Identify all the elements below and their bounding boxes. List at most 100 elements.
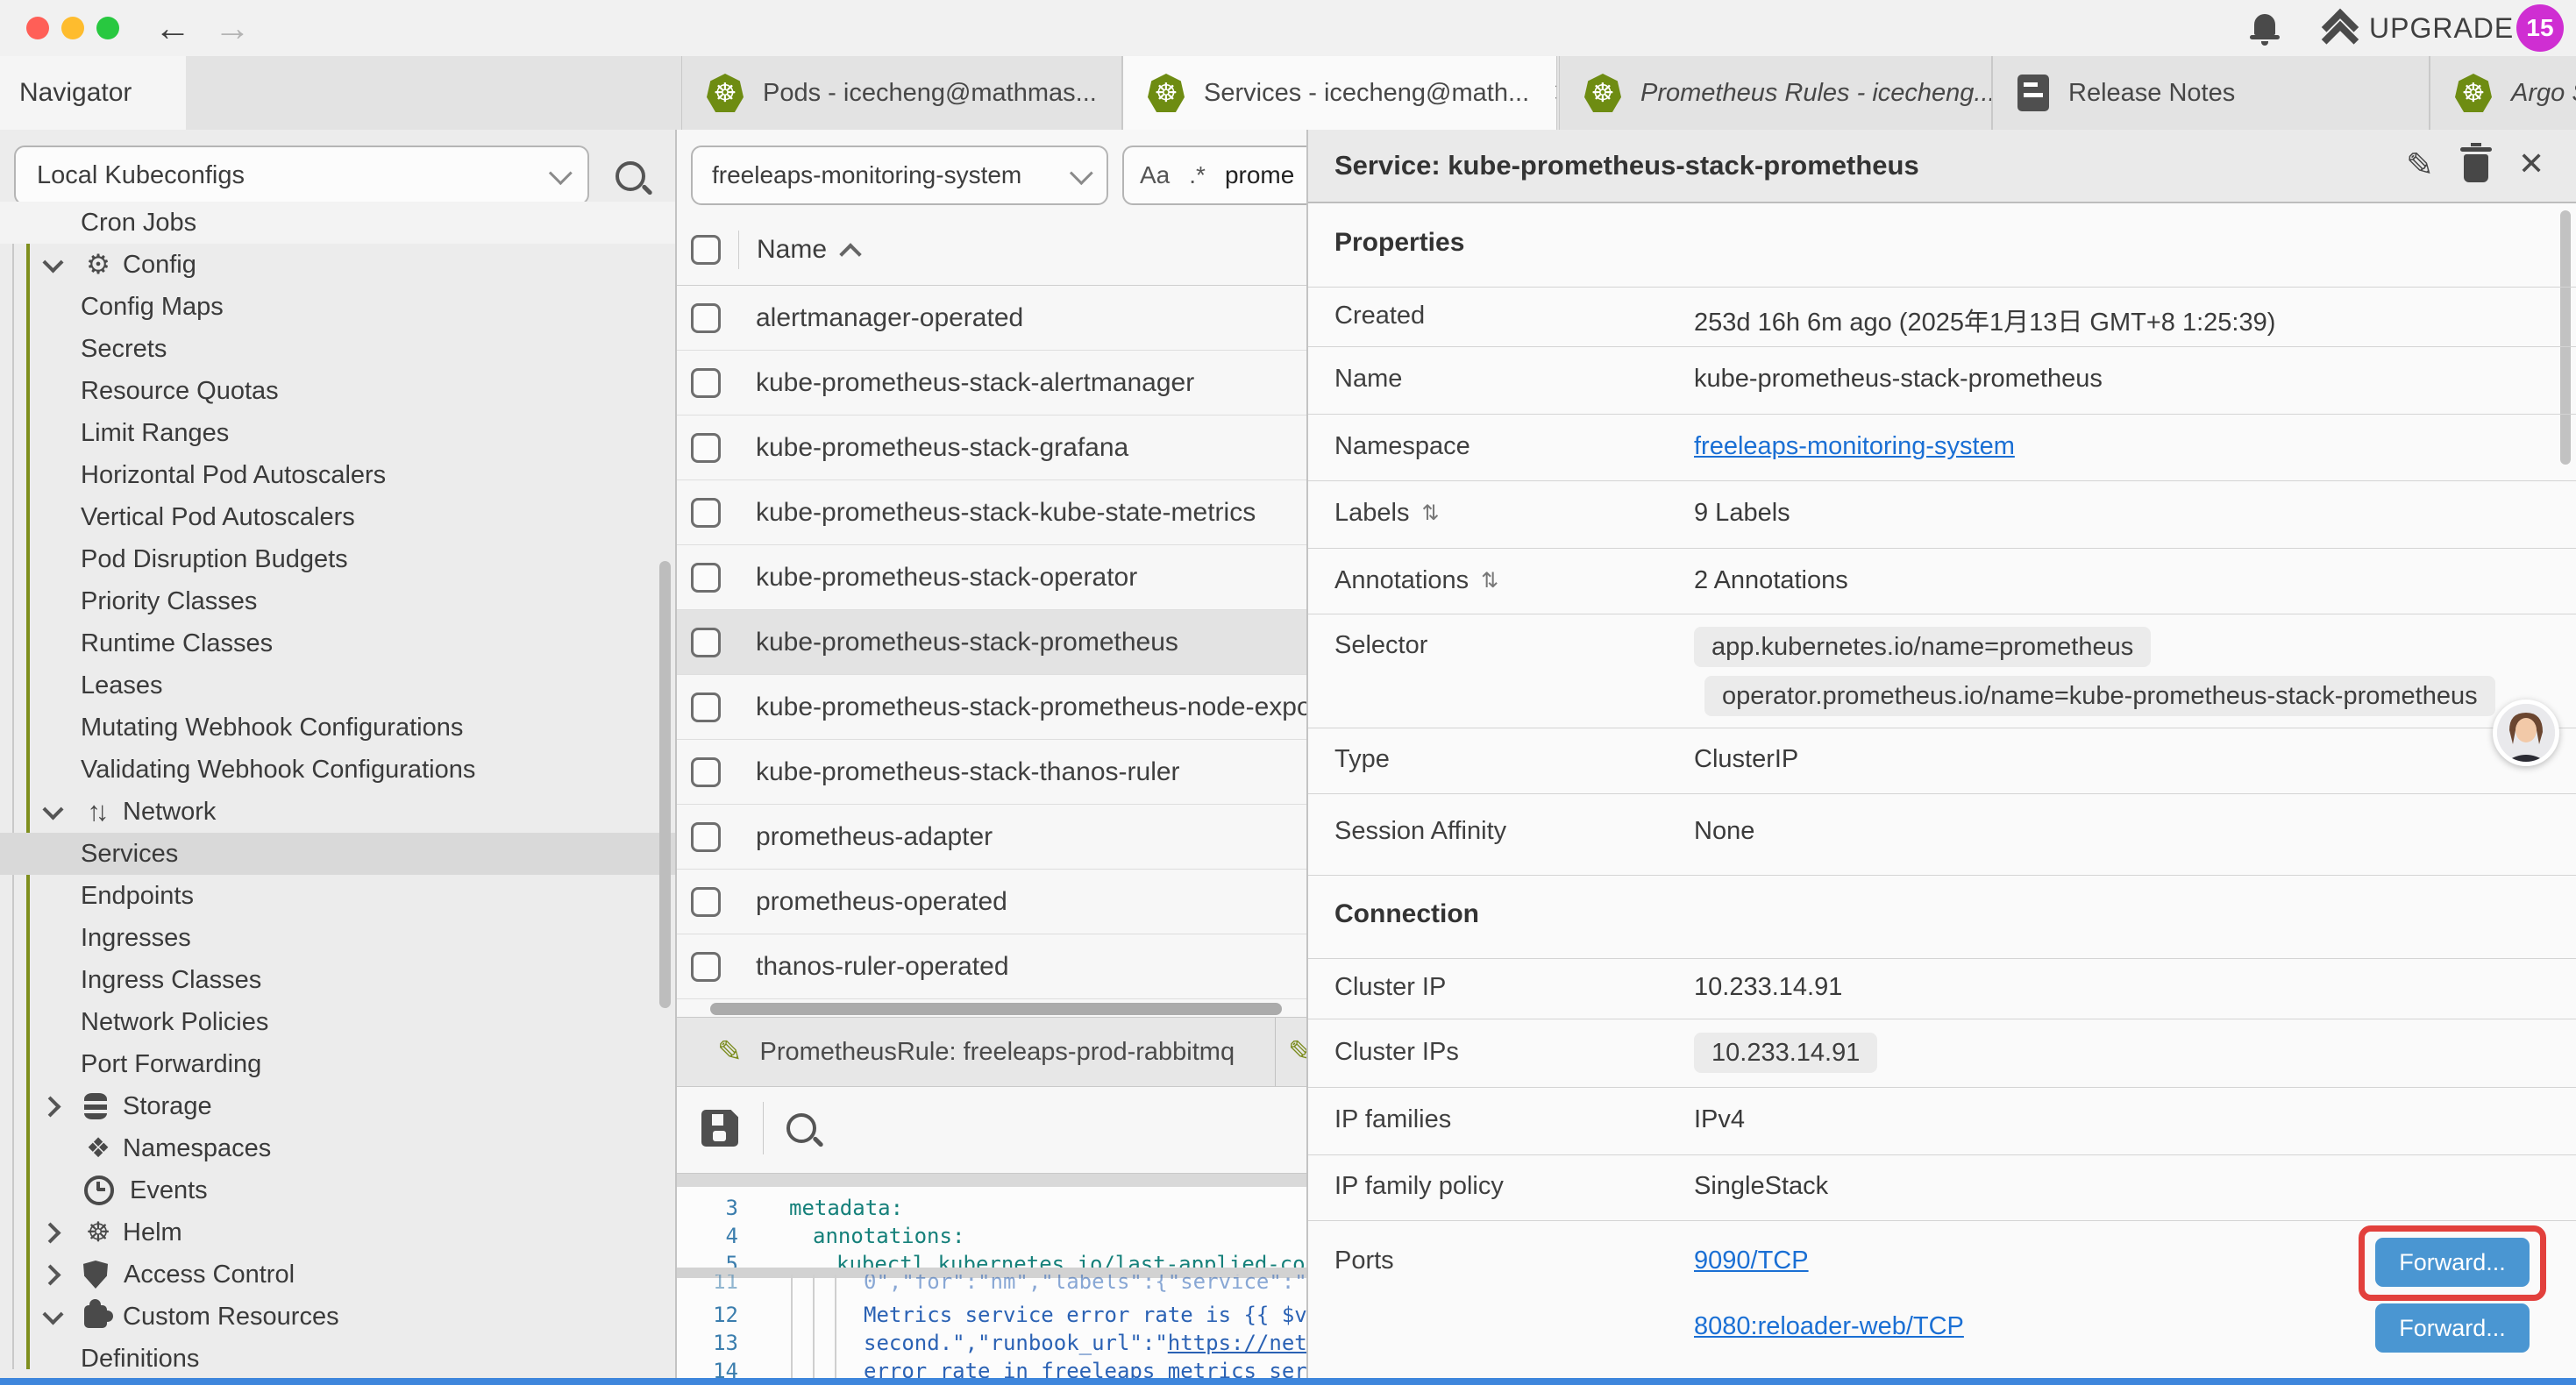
sidebar-item[interactable]: Port Forwarding	[0, 1043, 677, 1085]
expand-updown-icon[interactable]: ⇅	[1481, 568, 1498, 593]
expand-chevron-icon[interactable]	[40, 294, 67, 320]
sidebar-item[interactable]: Leases	[0, 664, 677, 707]
expand-chevron-icon[interactable]	[40, 504, 67, 530]
editor-search-icon[interactable]	[786, 1113, 816, 1143]
expand-chevron-icon[interactable]	[40, 252, 67, 278]
sidebar-item[interactable]: Access Control	[0, 1254, 677, 1296]
sidebar-item[interactable]: Resource Quotas	[0, 370, 677, 412]
expand-chevron-icon[interactable]	[40, 546, 67, 572]
forward-button[interactable]: Forward...	[2375, 1238, 2530, 1287]
match-case-toggle[interactable]: Aa	[1140, 161, 1170, 189]
namespace-link[interactable]: freeleaps-monitoring-system	[1694, 432, 2015, 461]
sidebar-item[interactable]: Custom Resources	[0, 1296, 677, 1338]
row-checkbox[interactable]	[691, 692, 721, 722]
expand-chevron-icon[interactable]	[40, 1346, 67, 1372]
service-row[interactable]: kube-prometheus-stack-thanos-ruler	[677, 740, 1308, 805]
notification-count-badge[interactable]: 15	[2516, 4, 2564, 52]
service-row[interactable]: kube-prometheus-stack-alertmanager	[677, 351, 1308, 416]
select-all-checkbox[interactable]	[691, 235, 721, 265]
row-checkbox[interactable]	[691, 628, 721, 657]
close-icon[interactable]: ✕	[2518, 146, 2544, 182]
expand-chevron-icon[interactable]	[40, 1135, 67, 1161]
forward-arrow-button[interactable]: →	[214, 4, 251, 53]
back-arrow-button[interactable]: ←	[154, 4, 191, 53]
expand-chevron-icon[interactable]	[40, 883, 67, 909]
horizontal-scrollbar-thumb[interactable]	[710, 1003, 1282, 1015]
row-checkbox[interactable]	[691, 563, 721, 593]
regex-toggle[interactable]: .*	[1189, 161, 1206, 189]
row-checkbox[interactable]	[691, 952, 721, 982]
expand-chevron-icon[interactable]	[40, 799, 67, 825]
service-row[interactable]: prometheus-adapter	[677, 805, 1308, 870]
tab-close-icon[interactable]: ✕	[1552, 78, 1557, 109]
expand-chevron-icon[interactable]	[40, 1219, 67, 1246]
expand-chevron-icon[interactable]	[40, 210, 67, 236]
row-checkbox[interactable]	[691, 303, 721, 333]
expand-chevron-icon[interactable]	[40, 841, 67, 867]
macos-close-button[interactable]	[26, 17, 49, 39]
upgrade-button[interactable]: UPGRADE	[2369, 12, 2514, 45]
app-tab[interactable]: ☸ Pods - icecheng@mathmas...	[681, 56, 1122, 130]
app-tab[interactable]: ☸ Services - icecheng@math... ✕	[1122, 56, 1557, 130]
detail-scrollbar-thumb[interactable]	[2560, 210, 2571, 465]
expand-chevron-icon[interactable]	[40, 714, 67, 741]
sidebar-item[interactable]: ⚙ Config	[0, 244, 677, 286]
user-avatar[interactable]	[2493, 700, 2559, 766]
name-column-header[interactable]: Name	[757, 235, 827, 265]
expand-chevron-icon[interactable]	[40, 925, 67, 951]
sidebar-item[interactable]: ❖ Namespaces	[0, 1127, 677, 1169]
sidebar-item[interactable]: Mutating Webhook Configurations	[0, 707, 677, 749]
expand-chevron-icon[interactable]	[40, 1177, 67, 1204]
expand-chevron-icon[interactable]	[40, 378, 67, 404]
notifications-bell-icon[interactable]	[2250, 12, 2280, 44]
service-row[interactable]: kube-prometheus-stack-operator	[677, 545, 1308, 610]
service-row[interactable]: kube-prometheus-stack-grafana	[677, 416, 1308, 480]
app-tab[interactable]: ☸ Prometheus Rules - icecheng...	[1559, 56, 1992, 130]
sidebar-item[interactable]: Vertical Pod Autoscalers	[0, 496, 677, 538]
expand-chevron-icon[interactable]	[40, 672, 67, 699]
expand-chevron-icon[interactable]	[40, 1051, 67, 1077]
sidebar-item[interactable]: Storage	[0, 1085, 677, 1127]
sidebar-item[interactable]: Config Maps	[0, 286, 677, 328]
expand-updown-icon[interactable]: ⇅	[1421, 501, 1439, 526]
row-checkbox[interactable]	[691, 498, 721, 528]
sidebar-item[interactable]: Definitions	[0, 1338, 677, 1378]
app-tab[interactable]: Release Notes	[1992, 56, 2430, 130]
expand-chevron-icon[interactable]	[40, 1093, 67, 1119]
sidebar-item[interactable]: Events	[0, 1169, 677, 1211]
expand-chevron-icon[interactable]	[40, 336, 67, 362]
forward-button[interactable]: Forward...	[2375, 1303, 2530, 1353]
row-checkbox[interactable]	[691, 757, 721, 787]
sidebar-item[interactable]: ☸ Helm	[0, 1211, 677, 1254]
sidebar-item[interactable]: Ingresses	[0, 917, 677, 959]
sidebar-scrollbar-thumb[interactable]	[659, 561, 671, 1008]
port-forward-link[interactable]: 9090/TCP	[1694, 1246, 1809, 1275]
expand-chevron-icon[interactable]	[40, 462, 67, 488]
row-checkbox[interactable]	[691, 368, 721, 398]
expand-chevron-icon[interactable]	[40, 967, 67, 993]
port-forward-link[interactable]: 8080:reloader-web/TCP	[1694, 1312, 1964, 1341]
service-row[interactable]: thanos-ruler-operated	[677, 934, 1308, 999]
sidebar-item[interactable]: Priority Classes	[0, 580, 677, 622]
row-checkbox[interactable]	[691, 822, 721, 852]
sidebar-item[interactable]: Network Policies	[0, 1001, 677, 1043]
expand-chevron-icon[interactable]	[40, 1261, 67, 1288]
namespace-select[interactable]: freeleaps-monitoring-system	[691, 146, 1108, 205]
yaml-editor[interactable]: 3metadata: 4annotations: 5kubectl.kubern…	[677, 1187, 1308, 1378]
sidebar-item[interactable]: Limit Ranges	[0, 412, 677, 454]
sidebar-item[interactable]: Ingress Classes	[0, 959, 677, 1001]
save-icon[interactable]	[701, 1110, 738, 1147]
sidebar-item[interactable]: Horizontal Pod Autoscalers	[0, 454, 677, 496]
service-row[interactable]: kube-prometheus-stack-prometheus-node-ex…	[677, 675, 1308, 740]
service-row[interactable]: kube-prometheus-stack-kube-state-metrics	[677, 480, 1308, 545]
sidebar-item[interactable]: Pod Disruption Budgets	[0, 538, 677, 580]
row-checkbox[interactable]	[691, 887, 721, 917]
row-checkbox[interactable]	[691, 433, 721, 463]
expand-chevron-icon[interactable]	[40, 420, 67, 446]
sort-ascending-icon[interactable]	[839, 243, 861, 265]
service-row[interactable]: alertmanager-operated	[677, 286, 1308, 351]
kubeconfig-select[interactable]: Local Kubeconfigs	[14, 146, 589, 205]
editor-tab-partial[interactable]: ✎	[1276, 1018, 1308, 1086]
sidebar-search-icon[interactable]	[616, 161, 645, 191]
macos-minimize-button[interactable]	[61, 17, 84, 39]
